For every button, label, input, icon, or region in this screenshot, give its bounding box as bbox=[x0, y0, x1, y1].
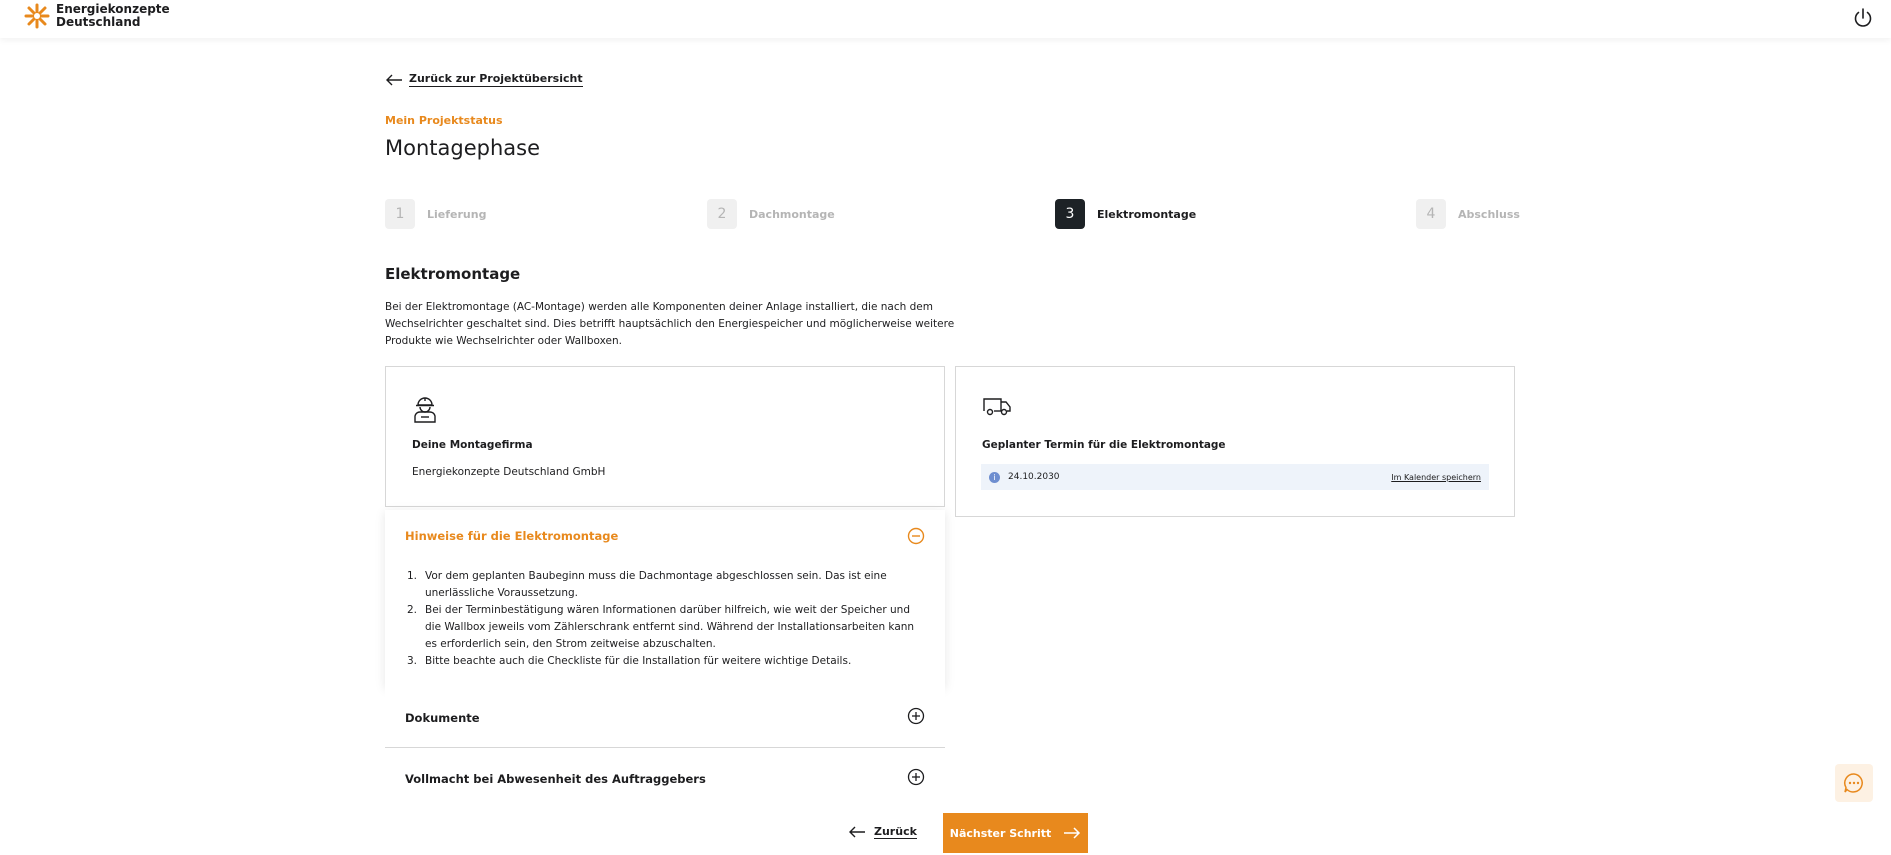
installer-company-name: Energiekonzepte Deutschland GmbH bbox=[412, 466, 606, 478]
power-of-attorney-accordion[interactable]: Vollmacht bei Abwesenheit des Auftraggeb… bbox=[385, 748, 945, 809]
plus-circle-icon[interactable] bbox=[907, 707, 925, 725]
worker-helmet-icon bbox=[414, 397, 436, 423]
installer-company-title: Deine Montagefirma bbox=[412, 439, 533, 451]
appointment-title: Geplanter Termin für die Elektromontage bbox=[982, 439, 1226, 451]
power-of-attorney-accordion-title: Vollmacht bei Abwesenheit des Auftraggeb… bbox=[405, 772, 706, 786]
minus-circle-icon[interactable] bbox=[907, 527, 925, 545]
chat-button[interactable] bbox=[1835, 764, 1873, 802]
brand-name-line2: Deutschland bbox=[56, 15, 141, 29]
appointment-date: 24.10.2030 bbox=[1008, 472, 1060, 482]
brand-name: Energiekonzepte Deutschland bbox=[56, 3, 170, 29]
step-number: 4 bbox=[1416, 199, 1446, 229]
step-number: 3 bbox=[1055, 199, 1085, 229]
next-step-label: Nächster Schritt bbox=[949, 826, 1052, 840]
page-title: Montagephase bbox=[385, 136, 540, 160]
arrow-right-icon bbox=[1064, 827, 1081, 839]
back-to-overview-label: Zurück zur Projektübersicht bbox=[409, 72, 583, 87]
step-label: Lieferung bbox=[427, 207, 487, 221]
plus-circle-icon[interactable] bbox=[907, 768, 925, 786]
section-description: Bei der Elektromontage (AC-Montage) werd… bbox=[385, 301, 955, 347]
documents-accordion-title: Dokumente bbox=[405, 711, 480, 725]
step-number: 1 bbox=[385, 199, 415, 229]
step-label: Dachmontage bbox=[749, 207, 835, 221]
power-icon[interactable] bbox=[1851, 6, 1875, 30]
back-button-label: Zurück bbox=[874, 825, 917, 839]
list-item-text: Bei der Terminbestätigung wären Informat… bbox=[425, 604, 915, 650]
step-dachmontage[interactable]: 2 Dachmontage bbox=[707, 199, 835, 229]
step-number: 2 bbox=[707, 199, 737, 229]
step-label: Elektromontage bbox=[1097, 207, 1197, 221]
save-to-calendar-link[interactable]: Im Kalender speichern bbox=[1391, 473, 1481, 482]
phase-stepper: 1 Lieferung 2 Dachmontage 3 Elektromonta… bbox=[385, 199, 1520, 229]
step-abschluss[interactable]: 4 Abschluss bbox=[1416, 199, 1520, 229]
list-item: 1. Vor dem geplanten Baubeginn muss die … bbox=[405, 568, 915, 602]
list-item-number: 3. bbox=[407, 655, 418, 667]
section-title: Elektromontage bbox=[385, 265, 521, 283]
back-button[interactable]: Zurück bbox=[848, 825, 917, 839]
chat-bubble-icon bbox=[1844, 773, 1863, 793]
brand-logo[interactable]: Energiekonzepte Deutschland bbox=[24, 3, 170, 29]
documents-accordion[interactable]: Dokumente bbox=[385, 687, 945, 748]
arrow-left-icon bbox=[386, 74, 402, 85]
top-header: Energiekonzepte Deutschland bbox=[0, 0, 1891, 38]
list-item-text: Vor dem geplanten Baubeginn muss die Dac… bbox=[425, 570, 887, 599]
hints-accordion-title[interactable]: Hinweise für die Elektromontage bbox=[405, 529, 618, 543]
step-elektromontage[interactable]: 3 Elektromontage bbox=[1055, 199, 1196, 229]
step-navigation: Zurück Nächster Schritt bbox=[385, 813, 1515, 853]
back-to-overview-link[interactable]: Zurück zur Projektübersicht bbox=[385, 72, 583, 87]
list-item-number: 2. bbox=[407, 604, 418, 616]
next-step-button[interactable]: Nächster Schritt bbox=[943, 813, 1088, 853]
list-item: 3. Bitte beachte auch die Checkliste für… bbox=[405, 653, 915, 670]
info-icon: i bbox=[989, 471, 1000, 483]
arrow-left-icon bbox=[849, 826, 865, 838]
step-lieferung[interactable]: 1 Lieferung bbox=[385, 199, 486, 229]
installer-company-card: Deine Montagefirma Energiekonzepte Deuts… bbox=[385, 366, 945, 507]
delivery-van-icon bbox=[983, 398, 1011, 416]
hints-list: 1. Vor dem geplanten Baubeginn muss die … bbox=[405, 568, 915, 670]
list-item: 2. Bei der Terminbestätigung wären Infor… bbox=[405, 602, 915, 653]
list-item-text: Bitte beachte auch die Checkliste für di… bbox=[425, 655, 852, 667]
sunburst-logo-icon bbox=[24, 3, 50, 29]
appointment-date-bar: i 24.10.2030 Im Kalender speichern bbox=[981, 464, 1489, 490]
hints-accordion: Hinweise für die Elektromontage 1. Vor d… bbox=[385, 510, 945, 687]
appointment-card: Geplanter Termin für die Elektromontage … bbox=[955, 366, 1515, 517]
step-label: Abschluss bbox=[1458, 207, 1520, 221]
list-item-number: 1. bbox=[407, 570, 418, 582]
project-status-eyebrow: Mein Projektstatus bbox=[385, 114, 503, 127]
